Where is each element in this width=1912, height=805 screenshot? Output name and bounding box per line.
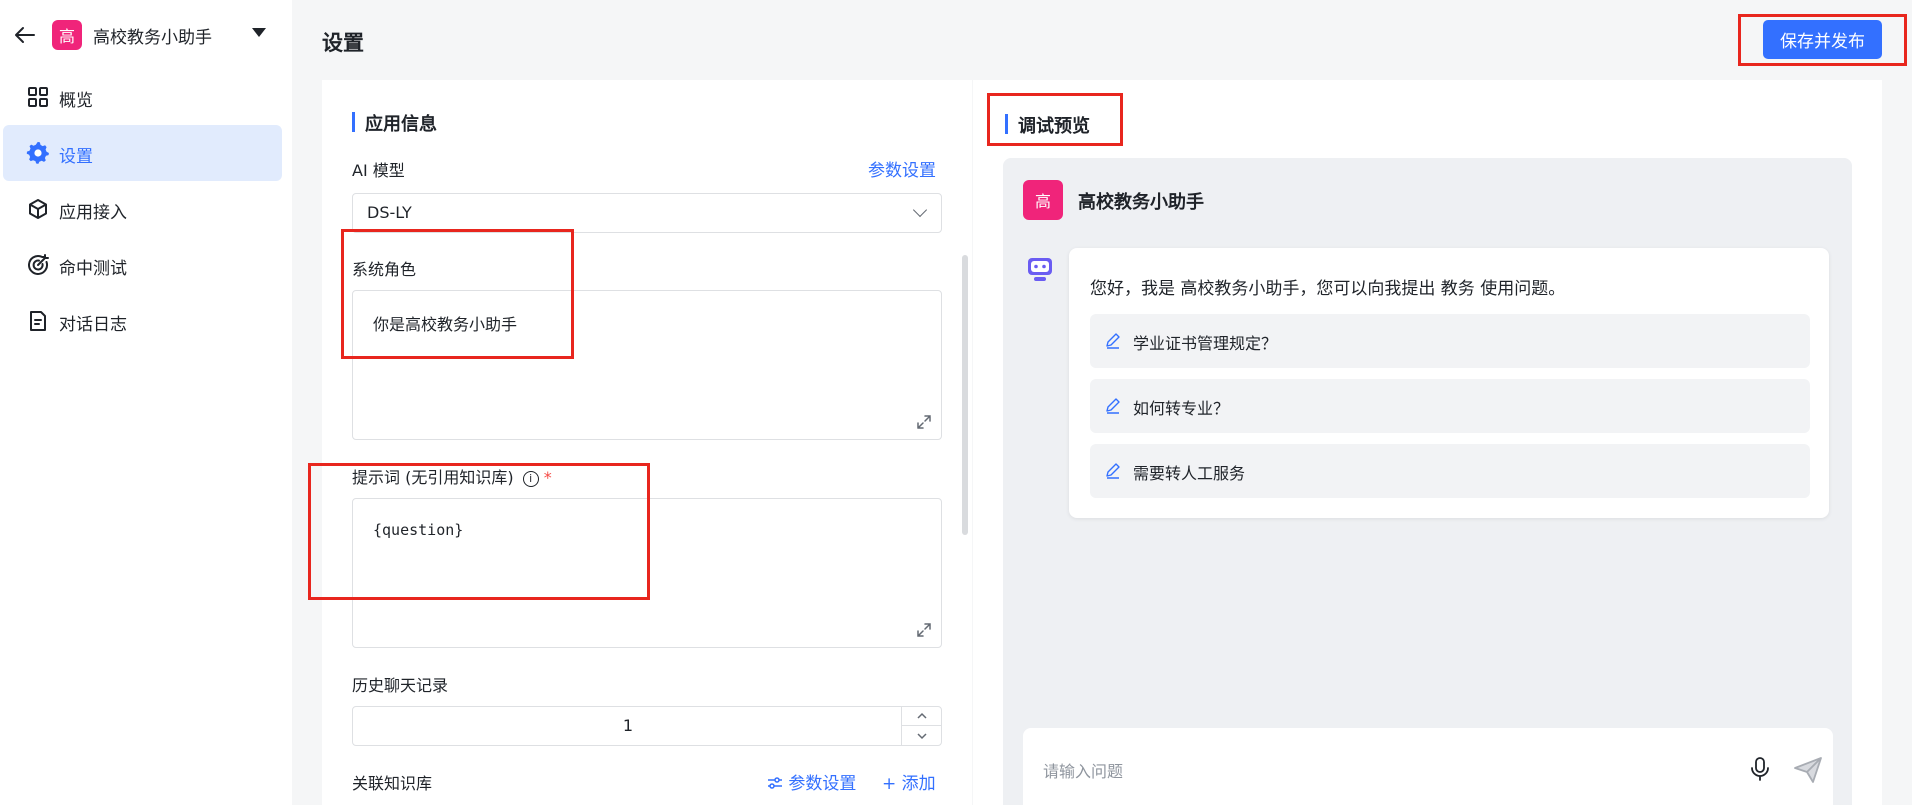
kb-add-link[interactable]: + 添加 bbox=[882, 769, 936, 794]
sidebar: 高 高校教务小助手 概览 设置 应用接入 命中测试 对话日志 bbox=[0, 0, 292, 805]
back-arrow-icon[interactable] bbox=[14, 24, 36, 46]
document-icon bbox=[26, 309, 50, 333]
section-title-preview: 调试预览 bbox=[1005, 112, 1090, 138]
debug-preview-panel: 调试预览 高 高校教务小助手 您好，我是 高校教务小助手，您可以向我提出 教务 … bbox=[973, 80, 1882, 805]
sidebar-item-label: 设置 bbox=[59, 147, 93, 167]
sidebar-item-hit-test[interactable]: 命中测试 bbox=[3, 237, 282, 293]
app-name: 高校教务小助手 bbox=[93, 28, 212, 48]
app-info-panel: 应用信息 AI 模型 参数设置 DS-LY 系统角色 你是高校教务小助手 提示词… bbox=[322, 80, 972, 805]
microphone-icon[interactable] bbox=[1749, 756, 1771, 782]
sidebar-item-chat-log[interactable]: 对话日志 bbox=[3, 293, 282, 349]
section-title-app-info: 应用信息 bbox=[352, 110, 437, 136]
suggested-question[interactable]: 学业证书管理规定？ bbox=[1090, 314, 1810, 368]
kb-params-label: 参数设置 bbox=[788, 774, 857, 794]
history-label: 历史聊天记录 bbox=[352, 676, 449, 695]
target-icon bbox=[26, 253, 50, 277]
suggested-question-label: 如何转专业？ bbox=[1133, 399, 1230, 418]
expand-icon[interactable] bbox=[915, 621, 933, 639]
sidebar-item-overview[interactable]: 概览 bbox=[3, 69, 282, 125]
prompt-value: {question} bbox=[373, 521, 464, 539]
suggested-question-label: 需要转人工服务 bbox=[1133, 464, 1246, 483]
chat-area: 高 高校教务小助手 您好，我是 高校教务小助手，您可以向我提出 教务 使用问题。… bbox=[1003, 158, 1852, 805]
ai-model-select[interactable]: DS-LY bbox=[352, 193, 942, 233]
robot-icon bbox=[1028, 258, 1052, 281]
system-role-textarea[interactable]: 你是高校教务小助手 bbox=[352, 290, 942, 440]
info-icon[interactable]: i bbox=[522, 470, 539, 487]
grid-icon bbox=[26, 85, 50, 109]
prompt-label: 提示词 (无引用知识库) i * bbox=[352, 464, 552, 488]
history-count-value: 1 bbox=[622, 716, 634, 735]
pen-icon bbox=[1106, 333, 1120, 349]
system-role-label: 系统角色 bbox=[352, 260, 417, 279]
sidebar-item-label: 命中测试 bbox=[59, 259, 127, 279]
ai-model-label: AI 模型 bbox=[352, 161, 405, 180]
history-count-stepper[interactable]: 1 bbox=[352, 706, 942, 746]
sliders-icon bbox=[768, 777, 782, 789]
chat-input-placeholder: 请输入问题 bbox=[1043, 762, 1124, 781]
pen-icon bbox=[1106, 463, 1120, 479]
prompt-label-text: 提示词 (无引用知识库) bbox=[352, 468, 514, 487]
expand-icon[interactable] bbox=[915, 413, 933, 431]
chat-input-bar[interactable]: 请输入问题 bbox=[1023, 728, 1833, 805]
sidebar-item-settings[interactable]: 设置 bbox=[3, 125, 282, 181]
sidebar-item-label: 概览 bbox=[59, 91, 93, 111]
caret-down-icon[interactable] bbox=[252, 28, 266, 37]
chevron-down-icon bbox=[912, 202, 928, 218]
prompt-textarea[interactable]: {question} bbox=[352, 498, 942, 648]
app-header: 高 高校教务小助手 bbox=[0, 0, 292, 70]
chevron-down-icon[interactable] bbox=[902, 726, 941, 745]
cube-icon bbox=[26, 197, 50, 221]
save-and-publish-button[interactable]: 保存并发布 bbox=[1763, 20, 1882, 59]
panel-scrollbar[interactable] bbox=[962, 255, 968, 535]
greeting-text: 您好，我是 高校教务小助手，您可以向我提出 教务 使用问题。 bbox=[1090, 279, 1566, 299]
gear-icon bbox=[26, 141, 50, 165]
ai-model-value: DS-LY bbox=[367, 203, 412, 222]
bot-name: 高校教务小助手 bbox=[1078, 192, 1204, 213]
sidebar-item-integration[interactable]: 应用接入 bbox=[3, 181, 282, 237]
bot-message-bubble: 您好，我是 高校教务小助手，您可以向我提出 教务 使用问题。 学业证书管理规定？… bbox=[1069, 248, 1829, 518]
app-avatar: 高 bbox=[52, 20, 82, 50]
knowledge-base-label: 关联知识库 bbox=[352, 774, 433, 793]
suggested-question[interactable]: 如何转专业？ bbox=[1090, 379, 1810, 433]
required-marker: * bbox=[543, 468, 552, 487]
kb-params-link[interactable]: 参数设置 bbox=[767, 769, 856, 794]
pen-icon bbox=[1106, 398, 1120, 414]
suggested-question[interactable]: 需要转人工服务 bbox=[1090, 444, 1810, 498]
bot-avatar: 高 bbox=[1023, 180, 1063, 220]
model-params-link[interactable]: 参数设置 bbox=[868, 156, 936, 181]
stepper-controls bbox=[901, 707, 941, 745]
page-title: 设置 bbox=[322, 31, 364, 55]
sidebar-item-label: 应用接入 bbox=[59, 203, 127, 223]
sidebar-item-label: 对话日志 bbox=[59, 315, 127, 335]
chevron-up-icon[interactable] bbox=[902, 707, 941, 726]
send-icon[interactable] bbox=[1793, 756, 1823, 784]
suggested-question-label: 学业证书管理规定？ bbox=[1133, 334, 1278, 353]
system-role-value: 你是高校教务小助手 bbox=[373, 315, 518, 334]
